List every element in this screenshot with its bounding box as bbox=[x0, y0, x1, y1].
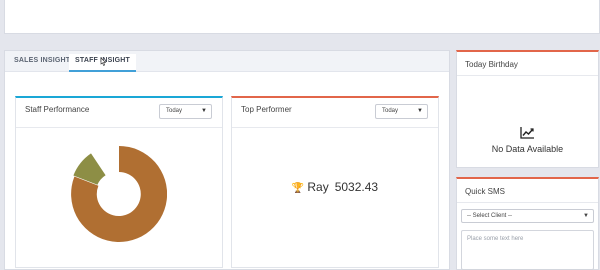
sms-message-input[interactable] bbox=[461, 230, 594, 270]
chart-line-icon bbox=[520, 127, 534, 139]
quick-sms-title: Quick SMS bbox=[465, 187, 506, 196]
chevron-down-icon: ▼ bbox=[417, 108, 423, 114]
top-performer-card: Top Performer Today ▼ 🏆 Ray 5032.43 bbox=[231, 96, 439, 268]
staff-performance-title: Staff Performance bbox=[25, 105, 90, 114]
no-data-text: No Data Available bbox=[491, 144, 564, 154]
client-select-value: -- Select Client -- bbox=[467, 213, 513, 219]
tab-bar: SALES INSIGHT STAFF INSIGHT bbox=[5, 51, 449, 72]
staff-donut-chart bbox=[71, 146, 167, 242]
top-panel bbox=[4, 0, 600, 34]
performer-name: Ray bbox=[307, 180, 329, 194]
panel-header: Quick SMS bbox=[457, 179, 598, 203]
top-performer-info: 🏆 Ray 5032.43 bbox=[232, 180, 438, 194]
tab-sales-insight[interactable]: SALES INSIGHT bbox=[8, 54, 76, 72]
client-select[interactable]: -- Select Client -- ▼ bbox=[461, 209, 594, 223]
mouse-cursor-icon bbox=[100, 58, 107, 66]
top-period-value: Today bbox=[382, 108, 399, 114]
chevron-down-icon: ▼ bbox=[583, 213, 589, 219]
staff-performance-card: Staff Performance Today ▼ bbox=[15, 96, 223, 268]
chevron-down-icon: ▼ bbox=[201, 108, 207, 114]
birthday-title: Today Birthday bbox=[465, 60, 518, 69]
staff-period-select[interactable]: Today ▼ bbox=[159, 104, 212, 119]
trophy-icon: 🏆 bbox=[291, 183, 305, 194]
top-period-select[interactable]: Today ▼ bbox=[375, 104, 428, 119]
top-performer-title: Top Performer bbox=[241, 105, 292, 114]
insight-panel: SALES INSIGHT STAFF INSIGHT Staff Perfor… bbox=[4, 50, 450, 270]
card-header: Staff Performance Today ▼ bbox=[16, 98, 222, 128]
staff-period-value: Today bbox=[166, 108, 183, 114]
today-birthday-panel: Today Birthday No Data Available bbox=[456, 50, 599, 168]
quick-sms-panel: Quick SMS -- Select Client -- ▼ bbox=[456, 177, 599, 270]
performer-value: 5032.43 bbox=[334, 180, 379, 194]
card-header: Top Performer Today ▼ bbox=[232, 98, 438, 128]
panel-header: Today Birthday bbox=[457, 52, 598, 76]
